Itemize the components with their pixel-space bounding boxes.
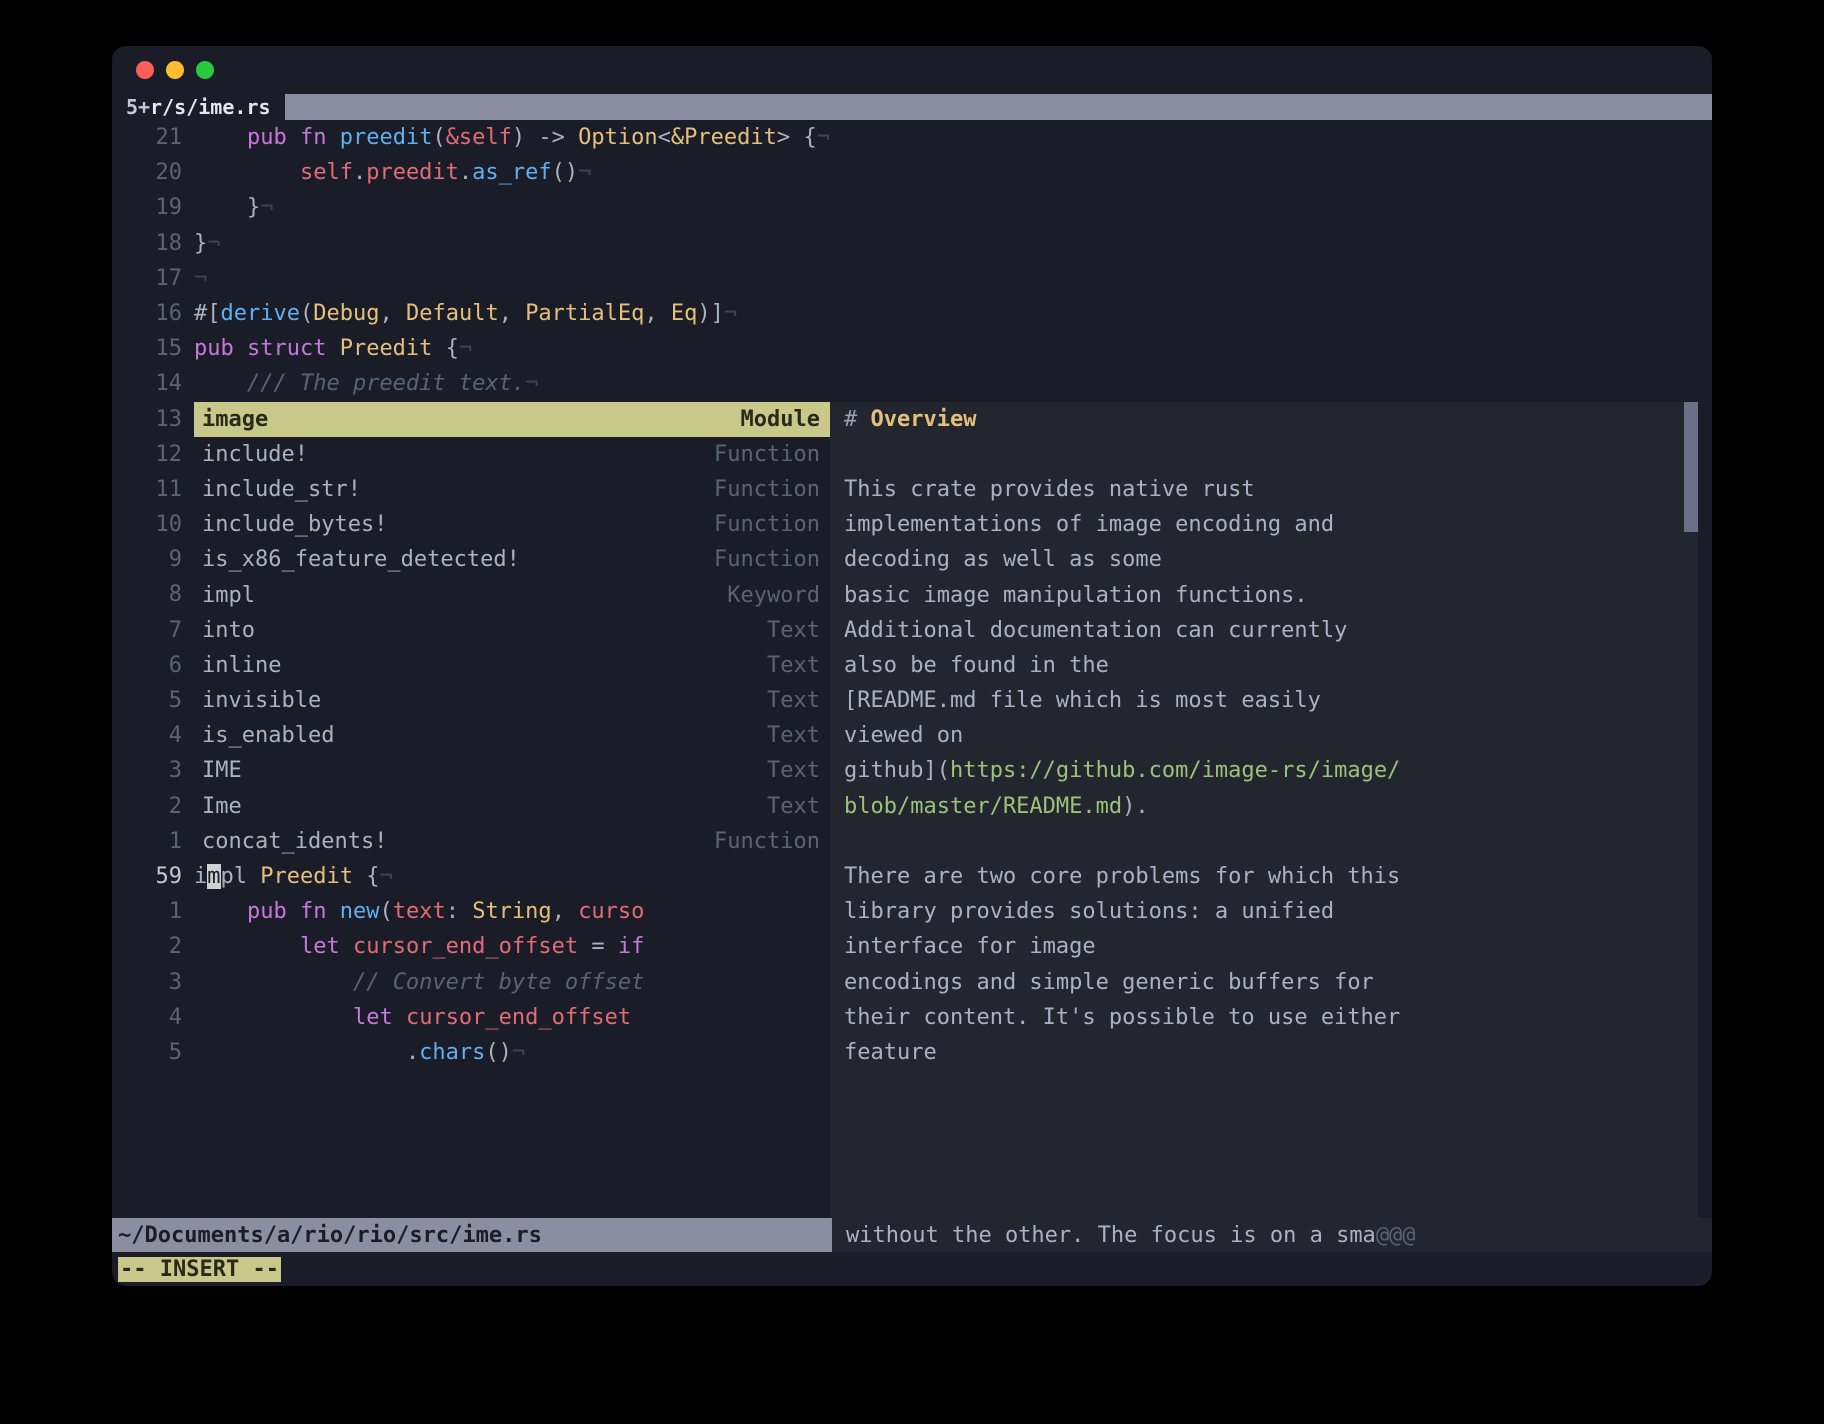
minimize-icon[interactable] [166,61,184,79]
line-number: 1 [112,824,194,859]
statusbar: ~/Documents/a/rio/rio/src/ime.rs without… [112,1218,1712,1252]
doc-line: feature [844,1035,1684,1070]
doc-line: [README.md file which is most easily [844,683,1684,718]
line-number: 11 [112,472,194,507]
code-line[interactable]: 21 pub fn preedit(&self) -> Option<&Pree… [112,120,1712,155]
line-number: 3 [112,965,194,1000]
close-icon[interactable] [136,61,154,79]
line-number: 4 [112,718,194,753]
line-number: 2 [112,789,194,824]
line-number: 18 [112,226,194,261]
doc-line: encodings and simple generic buffers for [844,965,1684,1000]
tab-prefix: 5+ [126,95,150,119]
code-line[interactable]: // Convert byte offset [194,965,830,1000]
completion-item[interactable]: imageModule [194,402,830,437]
line-number: 2 [112,929,194,964]
completion-item[interactable]: invisibleText [194,683,830,718]
vim-mode: -- INSERT -- [118,1257,281,1282]
line-number: 16 [112,296,194,331]
completion-item[interactable]: concat_idents!Function [194,824,830,859]
completion-item[interactable]: is_x86_feature_detected!Function [194,542,830,577]
modeline: -- INSERT -- [112,1252,1712,1286]
completion-item[interactable]: include!Function [194,437,830,472]
doc-line: This crate provides native rust [844,472,1684,507]
doc-line: There are two core problems for which th… [844,859,1684,894]
completion-item[interactable]: inlineText [194,648,830,683]
cursor: m [207,864,220,889]
line-number: 7 [112,613,194,648]
line-number: 5 [112,683,194,718]
completion-item[interactable]: ImeText [194,789,830,824]
line-number: 9 [112,542,194,577]
code-line[interactable]: 14 /// The preedit text.¬ [112,366,1712,401]
code-line[interactable]: 15pub struct Preedit {¬ [112,331,1712,366]
completion-item[interactable]: include_str!Function [194,472,830,507]
doc-line [844,824,1684,859]
completion-item[interactable]: is_enabledText [194,718,830,753]
code-line[interactable]: 17¬ [112,261,1712,296]
tab-path: r/s/ime.rs [150,95,270,119]
doc-line: github](https://github.com/image-rs/imag… [844,753,1684,788]
doc-line: also be found in the [844,648,1684,683]
code-line[interactable]: pub fn new(text: String, curso [194,894,830,929]
line-number: 6 [112,648,194,683]
editor[interactable]: 21 pub fn preedit(&self) -> Option<&Pree… [112,120,1712,1218]
popup-area: imageModuleinclude!Functioninclude_str!F… [194,402,1698,1218]
scrollbar[interactable] [1684,402,1698,532]
titlebar [112,46,1712,94]
code-line[interactable]: 18}¬ [112,226,1712,261]
line-number: 15 [112,331,194,366]
doc-heading: # Overview [844,402,1684,437]
doc-line [844,437,1684,472]
line-number: 3 [112,753,194,788]
line-number: 1 [112,894,194,929]
code-line[interactable]: 19 }¬ [112,190,1712,225]
doc-line: Additional documentation can currently [844,613,1684,648]
code-line[interactable]: impl Preedit {¬ [194,859,830,894]
line-number: 20 [112,155,194,190]
maximize-icon[interactable] [196,61,214,79]
completion-item[interactable]: include_bytes!Function [194,507,830,542]
line-number: 4 [112,1000,194,1035]
line-number: 59 [112,859,194,894]
tabbar: 5+ r/s/ime.rs [112,94,1712,120]
doc-line: library provides solutions: a unified [844,894,1684,929]
line-number: 13 [112,402,194,437]
doc-line: blob/master/README.md). [844,789,1684,824]
line-number: 19 [112,190,194,225]
line-number: 5 [112,1035,194,1070]
line-number: 14 [112,366,194,401]
doc-link[interactable]: https://github.com/image-rs/image/ [950,758,1400,783]
terminal-window: 5+ r/s/ime.rs 21 pub fn preedit(&self) -… [112,46,1712,1286]
doc-line: interface for image [844,929,1684,964]
line-number: 17 [112,261,194,296]
doc-line: implementations of image encoding and [844,507,1684,542]
doc-line: their content. It's possible to use eith… [844,1000,1684,1035]
line-number: 8 [112,577,194,612]
completion-item[interactable]: implKeyword [194,578,830,613]
code-line[interactable]: .chars()¬ [194,1035,830,1070]
doc-line: basic image manipulation functions. [844,578,1684,613]
status-doc-overflow: without the other. The focus is on a sma… [832,1218,1712,1252]
line-number: 10 [112,507,194,542]
completion-popup[interactable]: imageModuleinclude!Functioninclude_str!F… [194,402,830,1218]
status-path: ~/Documents/a/rio/rio/src/ime.rs [118,1223,542,1248]
documentation-panel[interactable]: # Overview This crate provides native ru… [830,402,1698,1218]
tab-file[interactable]: 5+ r/s/ime.rs [112,94,285,120]
code-line[interactable]: 16#[derive(Debug, Default, PartialEq, Eq… [112,296,1712,331]
code-line[interactable]: 20 self.preedit.as_ref()¬ [112,155,1712,190]
completion-item[interactable]: IMEText [194,753,830,788]
doc-line: decoding as well as some [844,542,1684,577]
line-number: 21 [112,120,194,155]
code-line[interactable]: let cursor_end_offset = if [194,929,830,964]
doc-link[interactable]: blob/master/README.md [844,794,1122,819]
line-number: 12 [112,437,194,472]
doc-line: viewed on [844,718,1684,753]
completion-item[interactable]: intoText [194,613,830,648]
code-line[interactable]: let cursor_end_offset [194,1000,830,1035]
